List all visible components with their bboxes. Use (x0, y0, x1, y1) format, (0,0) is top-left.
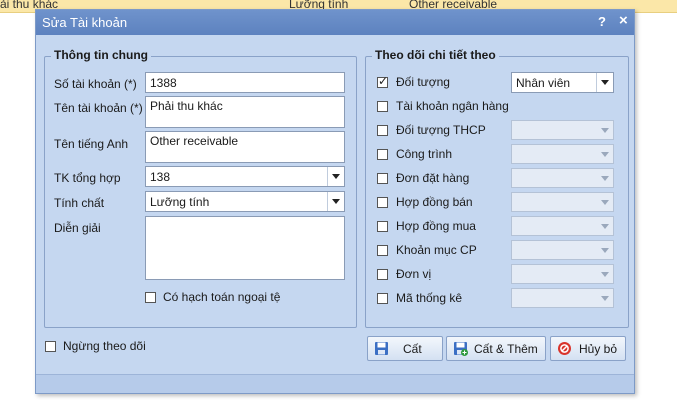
tracking-checkbox-order[interactable] (377, 173, 388, 184)
tracking-label-expense-item[interactable]: Khoản mục CP (396, 243, 477, 257)
tracking-label-purchase-contract[interactable]: Hợp đồng mua (396, 219, 476, 233)
foreign-currency-checkbox[interactable] (145, 292, 156, 303)
chevron-down-icon (596, 169, 613, 187)
dialog-titlebar: Sửa Tài khoản ? × (36, 10, 634, 35)
account-name-label: Tên tài khoản (*) (54, 101, 143, 115)
tracking-checkbox-project[interactable] (377, 149, 388, 160)
tracking-checkbox-sales-contract[interactable] (377, 197, 388, 208)
nature-label: Tính chất (54, 196, 105, 210)
tracking-checkbox-unit[interactable] (377, 269, 388, 280)
chevron-down-icon[interactable] (596, 73, 613, 92)
dialog-statusbar (36, 374, 634, 393)
close-icon[interactable]: × (619, 12, 628, 29)
save-button[interactable]: Cất (367, 336, 443, 361)
chevron-down-icon (596, 121, 613, 139)
chevron-down-icon[interactable] (327, 167, 344, 186)
tracking-combo-doi-tuong[interactable]: Nhân viên (511, 72, 614, 93)
english-name-label: Tên tiếng Anh (54, 137, 129, 151)
english-name-input[interactable]: Other receivable (145, 131, 345, 163)
chevron-down-icon (596, 289, 613, 307)
save-and-add-label: Cất & Thêm (474, 342, 538, 356)
tracking-checkbox-expense-item[interactable] (377, 245, 388, 256)
tracking-combo-project (511, 144, 614, 164)
tracking-label-stat-code[interactable]: Mã thống kê (396, 291, 462, 305)
tracking-label-sales-contract[interactable]: Hợp đồng bán (396, 195, 473, 209)
parent-account-label: TK tổng hợp (54, 171, 121, 185)
cancel-icon (558, 342, 571, 355)
general-info-group: Thông tin chung Số tài khoản (*) Tên tài… (44, 48, 357, 328)
general-info-title: Thông tin chung (51, 48, 151, 62)
floppy-disk-icon (375, 342, 388, 355)
stop-tracking-checkbox[interactable] (45, 341, 56, 352)
chevron-down-icon (596, 217, 613, 235)
chevron-down-icon (596, 241, 613, 259)
account-name-input[interactable]: Phải thu khác (145, 96, 345, 128)
tracking-title: Theo dõi chi tiết theo (372, 48, 499, 62)
chevron-down-icon (596, 145, 613, 163)
tracking-label-unit[interactable]: Đơn vị (396, 267, 431, 281)
nature-value: Lưỡng tính (150, 195, 210, 209)
tracking-checkbox-doi-tuong[interactable] (377, 74, 388, 88)
nature-combo[interactable]: Lưỡng tính (145, 191, 345, 212)
save-label: Cất (403, 342, 422, 356)
chevron-down-icon (596, 265, 613, 283)
parent-account-combo[interactable]: 138 (145, 166, 345, 187)
tracking-checkbox-bank-account[interactable] (377, 101, 388, 112)
save-and-add-button[interactable]: Cất & Thêm (446, 336, 546, 361)
tracking-label-cost-object[interactable]: Đối tượng THCP (396, 123, 486, 137)
help-icon[interactable]: ? (598, 14, 606, 29)
tracking-label-bank-account[interactable]: Tài khoản ngân hàng (396, 99, 509, 113)
tracking-group: Theo dõi chi tiết theo Đối tượng Nhân vi… (365, 48, 629, 328)
foreign-currency-label[interactable]: Có hạch toán ngoại tệ (163, 290, 280, 304)
tracking-value-doi-tuong: Nhân viên (516, 76, 571, 90)
tracking-label-project[interactable]: Công trình (396, 147, 452, 161)
stop-tracking-label[interactable]: Ngừng theo dõi (63, 339, 146, 353)
dialog-title: Sửa Tài khoản (42, 15, 128, 30)
chevron-down-icon (596, 193, 613, 211)
account-number-label: Số tài khoản (*) (54, 77, 137, 91)
description-label: Diễn giải (54, 221, 101, 235)
floppy-disk-add-icon (454, 342, 468, 356)
tracking-label-doi-tuong[interactable]: Đối tượng (396, 75, 450, 89)
tracking-combo-expense-item (511, 240, 614, 260)
cancel-label: Hủy bỏ (579, 342, 618, 356)
tracking-checkbox-cost-object[interactable] (377, 125, 388, 136)
chevron-down-icon[interactable] (327, 192, 344, 211)
tracking-label-order[interactable]: Đơn đặt hàng (396, 171, 469, 185)
tracking-checkbox-stat-code[interactable] (377, 293, 388, 304)
parent-account-value: 138 (150, 170, 171, 184)
tracking-combo-sales-contract (511, 192, 614, 212)
description-input[interactable] (145, 216, 345, 280)
account-number-input[interactable] (145, 72, 345, 93)
tracking-combo-stat-code (511, 288, 614, 308)
cancel-button[interactable]: Hủy bỏ (550, 336, 626, 361)
tracking-combo-cost-object (511, 120, 614, 140)
tracking-combo-unit (511, 264, 614, 284)
tracking-combo-purchase-contract (511, 216, 614, 236)
edit-account-dialog: Sửa Tài khoản ? × Thông tin chung Số tài… (35, 9, 635, 394)
tracking-combo-order (511, 168, 614, 188)
tracking-checkbox-purchase-contract[interactable] (377, 221, 388, 232)
